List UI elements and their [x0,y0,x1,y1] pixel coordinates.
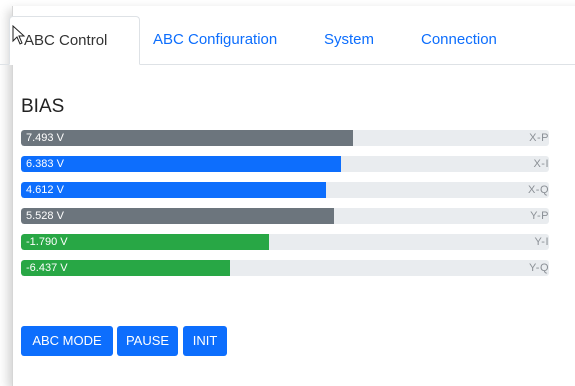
tab-abc-configuration[interactable]: ABC Configuration [139,16,291,64]
bias-bar-x-p: 7.493 V X-P [21,130,561,146]
bias-bar-y-p: 5.528 V Y-P [21,208,561,224]
tab-bar: ABC Control ABC Configuration System Con… [0,16,575,65]
init-button[interactable]: INIT [183,326,227,356]
bias-bar-x-i: 6.383 V X-I [21,156,561,172]
bar-fill [21,182,327,198]
mouse-pointer-icon [12,25,26,45]
bar-label: X-P [529,132,549,144]
abc-mode-button[interactable]: ABC MODE [21,326,113,356]
bar-value: 7.493 V [26,132,64,144]
bar-label: X-Q [527,184,549,196]
tab-abc-control[interactable]: ABC Control [9,16,140,65]
bar-value: 6.383 V [26,158,64,170]
bar-track: 5.528 V [21,208,549,224]
bar-value: 5.528 V [26,210,64,222]
bar-value: -6.437 V [26,262,68,274]
bar-label: Y-Q [528,262,549,274]
tab-system[interactable]: System [310,16,388,64]
bias-bar-y-i: -1.790 V Y-I [21,234,561,250]
pause-button[interactable]: PAUSE [117,326,178,356]
tab-connection[interactable]: Connection [407,16,511,64]
bar-label: X-I [533,158,549,170]
bar-label: Y-P [530,210,549,222]
bar-track: 7.493 V [21,130,549,146]
bar-fill [21,130,354,146]
bar-fill [21,156,342,172]
bias-bar-x-q: 4.612 V X-Q [21,182,561,198]
bar-fill [21,208,335,224]
bar-value: -1.790 V [26,236,68,248]
bar-track: -1.790 V [21,234,549,250]
bar-value: 4.612 V [26,184,64,196]
bar-label: Y-I [534,236,549,248]
bar-track: -6.437 V [21,260,549,276]
bar-track: 4.612 V [21,182,549,198]
bar-track: 6.383 V [21,156,549,172]
bias-bar-y-q: -6.437 V Y-Q [21,260,561,276]
bias-section-title: BIAS [21,96,65,117]
